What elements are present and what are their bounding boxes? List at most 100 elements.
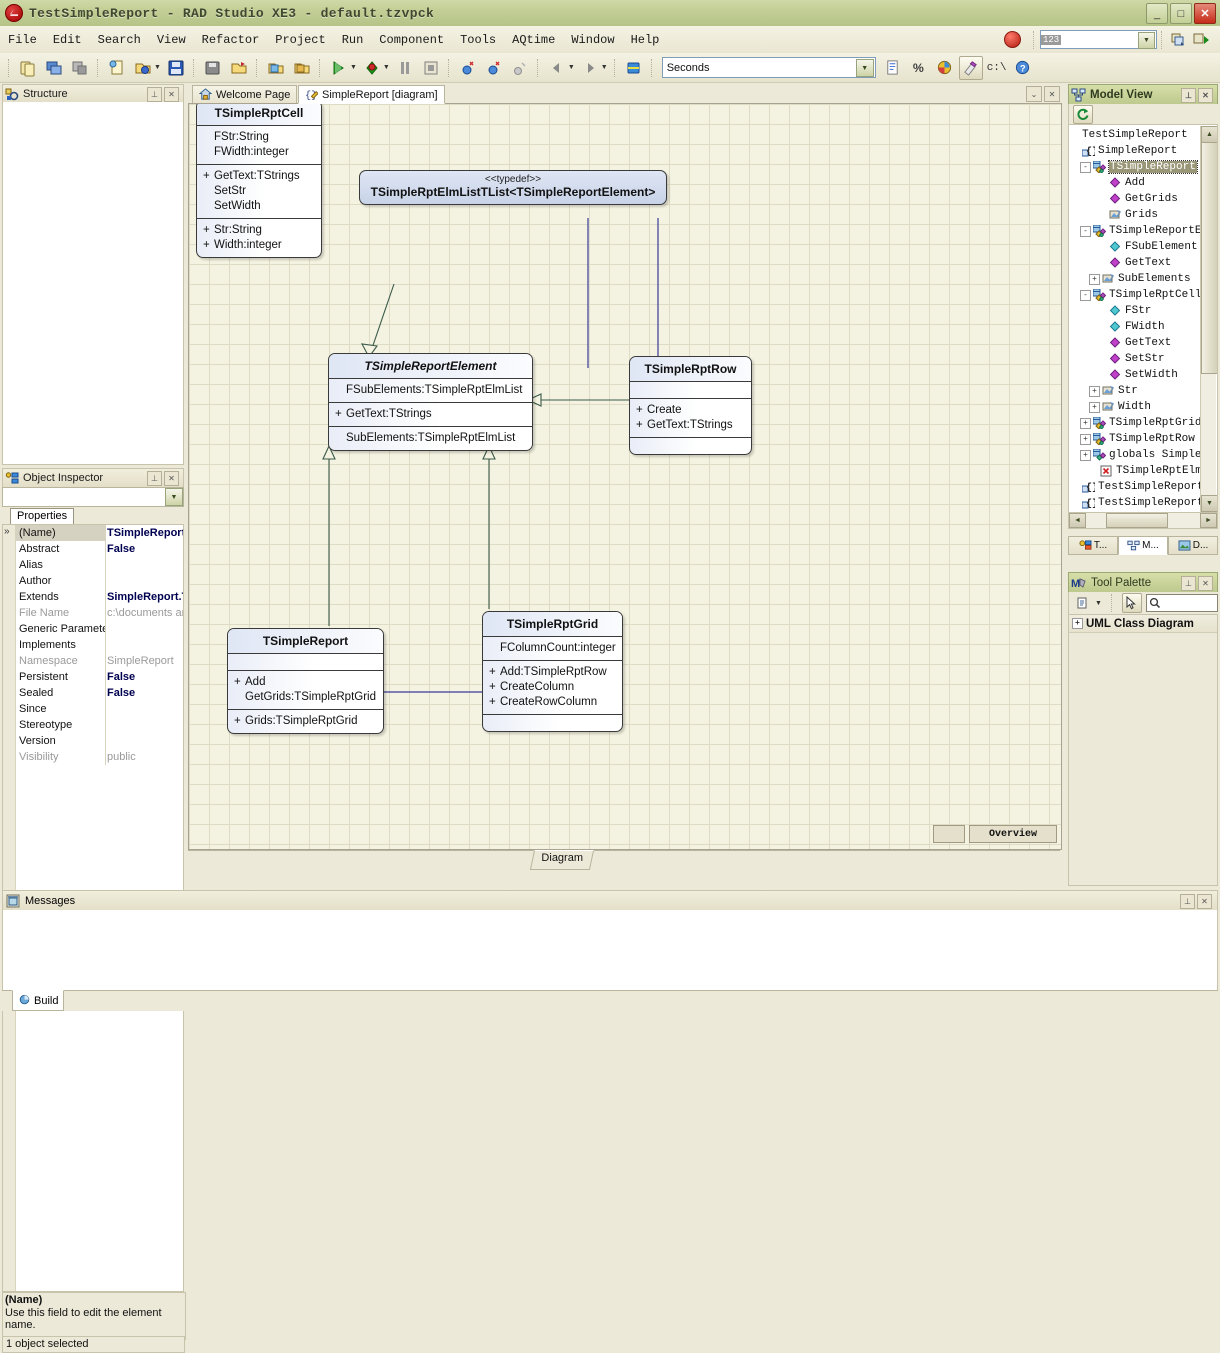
expander-icon[interactable]: +	[1080, 417, 1091, 429]
overview-button[interactable]: Overview	[969, 825, 1057, 843]
property-value[interactable]: False	[104, 541, 183, 557]
model-tree-node[interactable]: - TSimpleReport	[1069, 159, 1217, 175]
tool-palette-content[interactable]: + UML Class Diagram	[1068, 614, 1218, 886]
model-tree-node[interactable]: Grids	[1069, 207, 1217, 223]
model-tree-node[interactable]: + TSimpleRptGrid	[1069, 415, 1217, 431]
chart-icon[interactable]	[933, 56, 957, 80]
property-row[interactable]: Visibility public	[3, 749, 183, 765]
menu-item-component[interactable]: Component	[371, 30, 452, 50]
model-tree-node[interactable]: + Str	[1069, 383, 1217, 399]
model-view-vscrollbar[interactable]: ▲ ▼	[1200, 126, 1217, 512]
palette-search-input[interactable]	[1145, 594, 1218, 612]
tab-model-view[interactable]: M...	[1118, 536, 1168, 555]
expander-icon[interactable]: -	[1080, 225, 1091, 237]
property-value[interactable]: SimpleReport.T	[104, 589, 183, 605]
expander-icon[interactable]: +	[1080, 449, 1091, 461]
pin-icon[interactable]: ⊥	[1180, 893, 1195, 909]
property-row[interactable]: Author	[3, 573, 183, 589]
navigate-forward-button[interactable]	[578, 56, 602, 80]
trace-into-button[interactable]	[456, 56, 480, 80]
messages-content[interactable]	[2, 910, 1218, 991]
model-tree-node[interactable]: {}TestSimpleReportM	[1069, 495, 1217, 511]
property-row[interactable]: Since	[3, 701, 183, 717]
aqtime-units-combo[interactable]: Seconds ▼	[661, 57, 876, 78]
expander-icon[interactable]: +	[1080, 433, 1091, 445]
uml-class-tsimplereportelement[interactable]: TSimpleReportElement FSubElements:TSimple…	[328, 353, 533, 451]
add-file-button[interactable]	[264, 56, 288, 80]
tab-diagram[interactable]: Diagram	[529, 850, 594, 870]
aqtime-profile-icon[interactable]	[622, 56, 646, 80]
property-row[interactable]: Implements	[3, 637, 183, 653]
step-over-button[interactable]	[482, 56, 506, 80]
tab-list-icon[interactable]: ⌄	[1026, 86, 1042, 102]
debug-button[interactable]	[360, 56, 384, 80]
chevron-down-icon[interactable]: ▼	[165, 488, 183, 506]
close-icon[interactable]: ✕	[1197, 893, 1212, 909]
open-file-button[interactable]	[131, 56, 155, 80]
expander-icon[interactable]: -	[1080, 161, 1091, 173]
menu-item-search[interactable]: Search	[90, 30, 149, 50]
pin-icon[interactable]: ⊥	[1181, 575, 1196, 591]
stop-button[interactable]	[419, 56, 443, 80]
structure-content[interactable]	[2, 102, 184, 465]
property-value[interactable]: public	[104, 749, 183, 765]
property-value[interactable]: c:\documents an	[104, 605, 183, 621]
expander-icon[interactable]: +	[1089, 273, 1100, 285]
save-all-button[interactable]	[201, 56, 225, 80]
aqtime-counter-combo[interactable]: 123 ▼	[1040, 30, 1157, 49]
chevron-down-icon[interactable]: ▼	[1138, 32, 1155, 49]
uml-class-tsimplerptrow[interactable]: TSimpleRptRow + Create + GetText:TStrings	[629, 356, 752, 455]
tab-structure[interactable]: T...	[1068, 536, 1118, 555]
model-tree-node[interactable]: SetStr	[1069, 351, 1217, 367]
run-to-cursor-button[interactable]	[508, 56, 532, 80]
model-tree-node[interactable]: {}SimpleReport	[1069, 143, 1217, 159]
run-button[interactable]	[327, 56, 351, 80]
menu-item-run[interactable]: Run	[334, 30, 372, 50]
property-row[interactable]: Extends SimpleReport.T	[3, 589, 183, 605]
property-value[interactable]	[104, 701, 183, 717]
uml-class-typedef[interactable]: <<typedef>> TSimpleRptElmListTList<TSimpl…	[359, 170, 667, 205]
refresh-button[interactable]	[1073, 104, 1093, 124]
menu-item-window[interactable]: Window	[563, 30, 622, 50]
model-tree-node[interactable]: {}TestSimpleReport	[1069, 479, 1217, 495]
property-row[interactable]: Generic Paramete	[3, 621, 183, 637]
percent-icon[interactable]: %	[907, 56, 931, 80]
close-icon[interactable]: ✕	[1198, 87, 1213, 103]
model-tree-node[interactable]: GetGrids	[1069, 191, 1217, 207]
model-tree-node[interactable]: FSubElement	[1069, 239, 1217, 255]
open-dropdown-arrow[interactable]: ▼	[154, 64, 161, 71]
pin-icon[interactable]: ⊥	[147, 86, 162, 102]
globe-icon[interactable]	[1004, 31, 1021, 48]
new-button[interactable]	[16, 56, 40, 80]
palette-options-button[interactable]	[1073, 593, 1093, 613]
model-tree-node[interactable]: TestSimpleReport	[1069, 127, 1217, 143]
menu-item-aqtime[interactable]: AQtime	[504, 30, 563, 50]
debug-dropdown-arrow[interactable]: ▼	[383, 64, 390, 71]
tab-simplereport-diagram[interactable]: {} SimpleReport [diagram]	[298, 85, 445, 104]
remove-file-button[interactable]	[290, 56, 314, 80]
pin-icon[interactable]: ⊥	[1181, 87, 1196, 103]
property-value[interactable]	[104, 557, 183, 573]
scroll-thumb[interactable]	[1201, 142, 1217, 374]
model-tree-node[interactable]: TSimpleRptElmL:	[1069, 463, 1217, 479]
tab-data-explorer[interactable]: D...	[1168, 536, 1218, 555]
open-project-button[interactable]	[42, 56, 66, 80]
help-icon[interactable]: ?	[1011, 56, 1035, 80]
model-tree-node[interactable]: Add	[1069, 175, 1217, 191]
close-icon[interactable]: ✕	[164, 86, 179, 102]
scroll-down-button[interactable]: ▼	[1201, 495, 1217, 512]
property-value[interactable]: SimpleReport	[104, 653, 183, 669]
run-dropdown-arrow[interactable]: ▼	[350, 64, 357, 71]
property-row[interactable]: Abstract False	[3, 541, 183, 557]
menu-item-tools[interactable]: Tools	[452, 30, 504, 50]
scroll-left-button[interactable]: ◄	[1069, 513, 1086, 528]
close-icon[interactable]: ✕	[164, 470, 179, 486]
property-value[interactable]	[104, 717, 183, 733]
property-row[interactable]: Version	[3, 733, 183, 749]
maximize-button[interactable]: □	[1170, 3, 1192, 24]
pin-icon[interactable]: ⊥	[147, 470, 162, 486]
overview-spacer-box[interactable]	[933, 825, 965, 843]
menu-item-edit[interactable]: Edit	[45, 30, 90, 50]
model-tree-node[interactable]: + TSimpleRptRow	[1069, 431, 1217, 447]
palette-options-arrow[interactable]: ▼	[1095, 600, 1102, 607]
